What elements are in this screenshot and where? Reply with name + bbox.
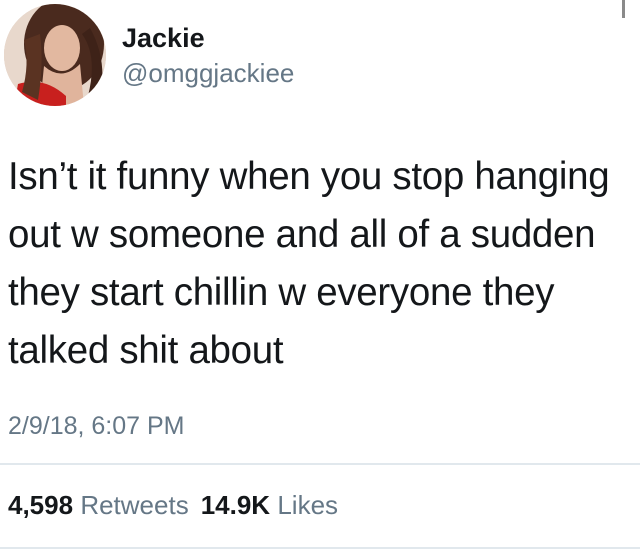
tweet-text-line: talked shit about — [8, 329, 284, 372]
tweet-timestamp[interactable]: 2/9/18, 6:07 PM — [8, 411, 185, 441]
likes-stat[interactable]: 14.9K Likes — [201, 490, 338, 520]
likes-label: Likes — [277, 490, 339, 520]
divider — [0, 463, 640, 465]
tweet-text: Isn’t it funny when you stop hanging out… — [8, 148, 640, 380]
profile-photo-icon — [4, 4, 106, 106]
scroll-indicator — [622, 0, 625, 18]
tweet-text-line: out w someone and all of a sudden — [8, 213, 596, 256]
retweets-count: 4,598 — [8, 490, 74, 520]
display-name[interactable]: Jackie — [122, 22, 205, 54]
user-handle[interactable]: @omggjackiee — [122, 57, 294, 89]
tweet-text-line: Isn’t it funny when you stop hanging — [8, 155, 610, 198]
likes-count: 14.9K — [200, 490, 271, 520]
avatar[interactable] — [4, 4, 106, 106]
retweets-stat[interactable]: 4,598 Retweets — [8, 490, 189, 520]
tweet-card: Jackie @omggjackiee Isn’t it funny when … — [0, 0, 640, 555]
retweets-label: Retweets — [80, 490, 189, 520]
engagement-stats: 4,598 Retweets 14.9K Likes — [8, 489, 338, 521]
tweet-text-line: they start chillin w everyone they — [8, 271, 555, 314]
divider — [0, 547, 640, 549]
